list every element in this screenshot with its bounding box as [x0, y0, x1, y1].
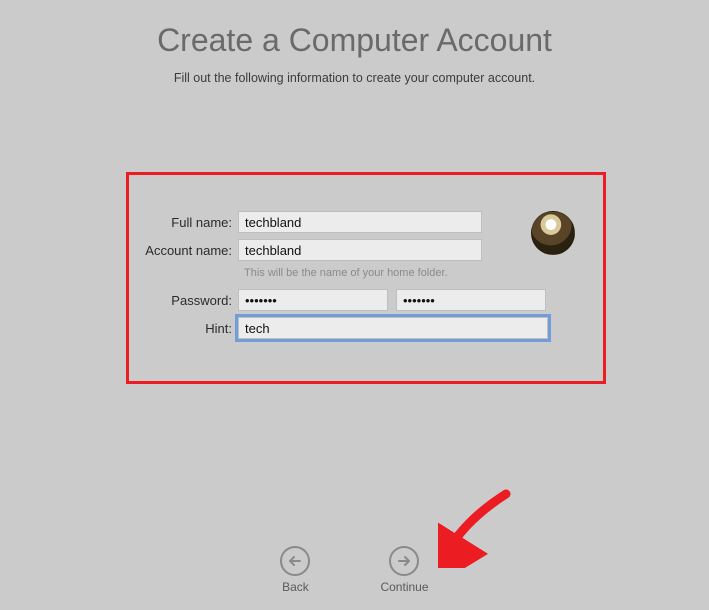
page-title: Create a Computer Account — [0, 22, 709, 59]
arrow-left-icon — [280, 546, 310, 576]
nav-bar: Back Continue — [0, 546, 709, 594]
row-hint: Hint: — [141, 317, 603, 339]
arrow-right-icon — [389, 546, 419, 576]
password-label: Password: — [141, 293, 238, 308]
full-name-label: Full name: — [141, 215, 238, 230]
account-name-label: Account name: — [141, 243, 238, 258]
back-button[interactable]: Back — [280, 546, 310, 594]
password-verify-input[interactable] — [396, 289, 546, 311]
full-name-input[interactable] — [238, 211, 482, 233]
row-password: Password: — [141, 289, 603, 311]
hint-label: Hint: — [141, 321, 238, 336]
continue-button[interactable]: Continue — [380, 546, 428, 594]
password-input[interactable] — [238, 289, 388, 311]
account-name-input[interactable] — [238, 239, 482, 261]
continue-label: Continue — [380, 580, 428, 594]
hint-input[interactable] — [238, 317, 548, 339]
account-name-helper: This will be the name of your home folde… — [244, 267, 603, 279]
back-label: Back — [282, 580, 309, 594]
page-subtitle: Fill out the following information to cr… — [0, 71, 709, 85]
avatar[interactable] — [531, 211, 575, 255]
account-form-highlight: Full name: Account name: This will be th… — [126, 172, 606, 384]
